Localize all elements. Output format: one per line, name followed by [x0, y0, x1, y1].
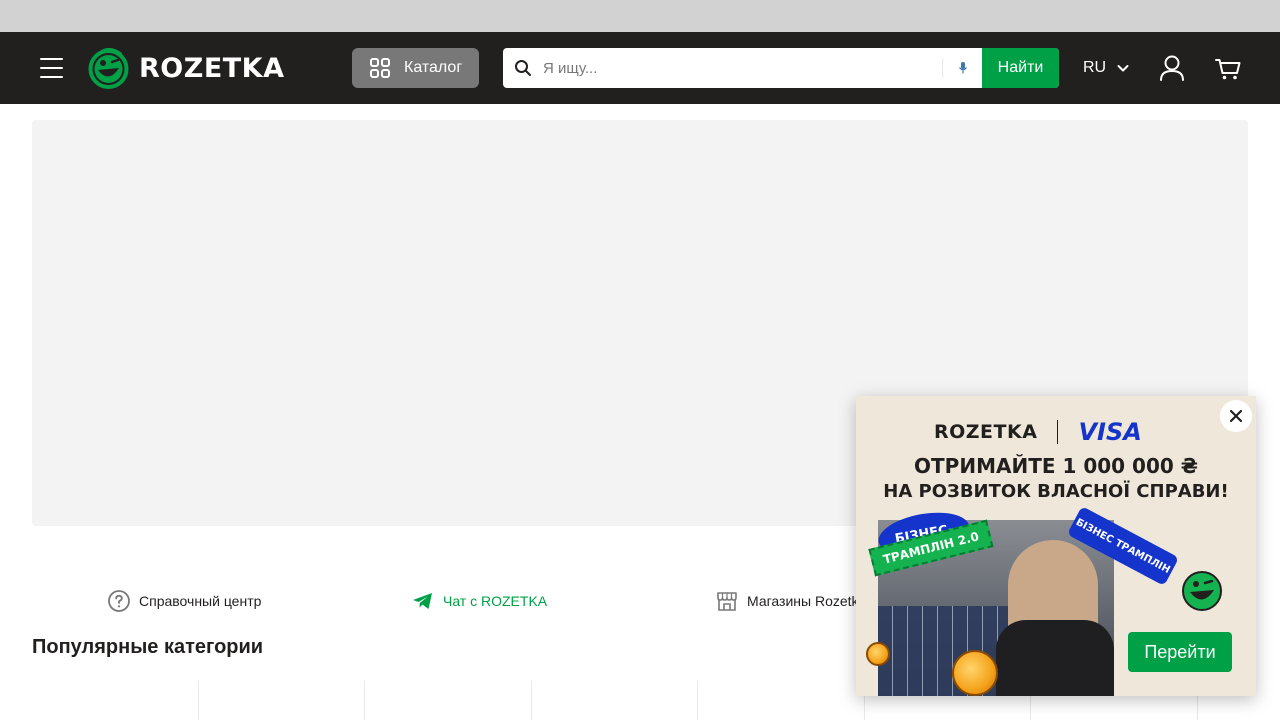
- chevron-down-icon: [1117, 65, 1129, 72]
- person-shirt-image: [996, 620, 1114, 696]
- user-icon[interactable]: [1158, 52, 1186, 84]
- category-card[interactable]: [199, 681, 365, 720]
- category-card[interactable]: [32, 681, 199, 720]
- telegram-icon: [413, 593, 432, 609]
- search-bar: Найти: [503, 48, 1059, 88]
- category-card[interactable]: [698, 681, 865, 720]
- top-promo-strip: [0, 0, 1280, 32]
- logo-text: ROZETKA: [139, 52, 285, 84]
- rozetka-smiley-icon: [88, 47, 129, 89]
- site-header: ROZETKA Каталог Найти RU: [0, 32, 1280, 104]
- language-selector[interactable]: RU: [1083, 56, 1130, 80]
- help-circle-icon: [108, 590, 130, 612]
- coin-icon: [866, 642, 890, 666]
- store-icon: [717, 592, 737, 611]
- search-input[interactable]: [543, 48, 942, 88]
- popup-headline-1: ОТРИМАЙТЕ 1 000 000 ₴: [914, 454, 1198, 478]
- promo-popup: ROZETKA VISA ОТРИМАЙТЕ 1 000 000 ₴ НА РО…: [856, 396, 1256, 696]
- popup-brand: ROZETKA: [934, 421, 1038, 443]
- popup-headline-2: НА РОЗВИТОК ВЛАСНОЇ СПРАВИ!: [883, 481, 1229, 502]
- chat-label: Чат с ROZETKA: [443, 593, 548, 609]
- close-icon[interactable]: [1220, 400, 1252, 432]
- logo[interactable]: ROZETKA: [88, 47, 285, 89]
- grid-icon: [370, 58, 390, 78]
- catalog-label: Каталог: [404, 59, 463, 76]
- category-card[interactable]: [532, 681, 698, 720]
- popup-logo-divider: [1057, 420, 1059, 444]
- popup-logos: ROZETKA VISA: [934, 418, 1194, 446]
- popup-go-button[interactable]: Перейти: [1128, 632, 1232, 672]
- language-label: RU: [1083, 59, 1107, 76]
- help-center-label: Справочный центр: [139, 593, 262, 609]
- catalog-button[interactable]: Каталог: [352, 48, 479, 88]
- menu-icon[interactable]: [40, 56, 64, 80]
- chat-link[interactable]: Чат с ROZETKA: [411, 586, 547, 616]
- microphone-icon[interactable]: [943, 48, 982, 88]
- stores-label: Магазины Rozetk: [747, 593, 859, 609]
- search-button[interactable]: Найти: [982, 48, 1059, 88]
- popup-partner: VISA: [1078, 418, 1142, 446]
- popular-categories-title: Популярные категории: [32, 636, 264, 658]
- category-card[interactable]: [365, 681, 532, 720]
- smiley-icon: [1182, 571, 1222, 611]
- help-center-link[interactable]: Справочный центр: [107, 586, 261, 616]
- search-icon: [503, 48, 543, 88]
- cart-icon[interactable]: [1214, 52, 1242, 84]
- coin-icon: [952, 650, 998, 696]
- stores-link[interactable]: Магазины Rozetk: [715, 586, 859, 616]
